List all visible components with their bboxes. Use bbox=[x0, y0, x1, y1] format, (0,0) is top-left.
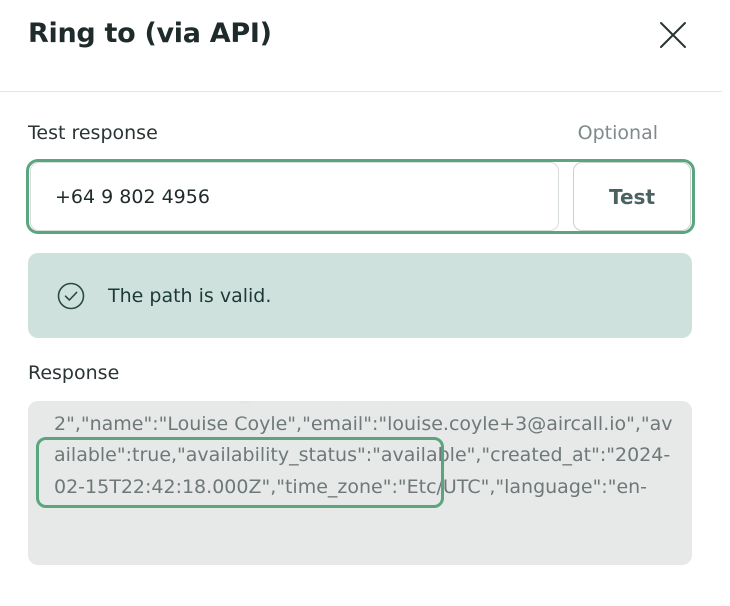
modal-title: Ring to (via API) bbox=[28, 18, 272, 49]
modal-header: Ring to (via API) bbox=[0, 0, 722, 92]
close-icon[interactable] bbox=[655, 17, 691, 53]
close-button[interactable] bbox=[655, 17, 691, 53]
test-response-label-row: Test response Optional bbox=[28, 120, 658, 148]
phone-highlight-annotation bbox=[26, 159, 695, 234]
validation-message: The path is valid. bbox=[108, 285, 272, 307]
optional-label: Optional bbox=[577, 122, 658, 144]
test-response-label: Test response bbox=[28, 122, 158, 144]
response-box[interactable]: id":1229202,"direct_link":"https://api.a… bbox=[28, 401, 692, 565]
response-label: Response bbox=[28, 362, 120, 384]
response-fade bbox=[28, 401, 692, 419]
validation-banner: The path is valid. bbox=[28, 253, 692, 338]
check-circle-icon bbox=[57, 282, 85, 310]
